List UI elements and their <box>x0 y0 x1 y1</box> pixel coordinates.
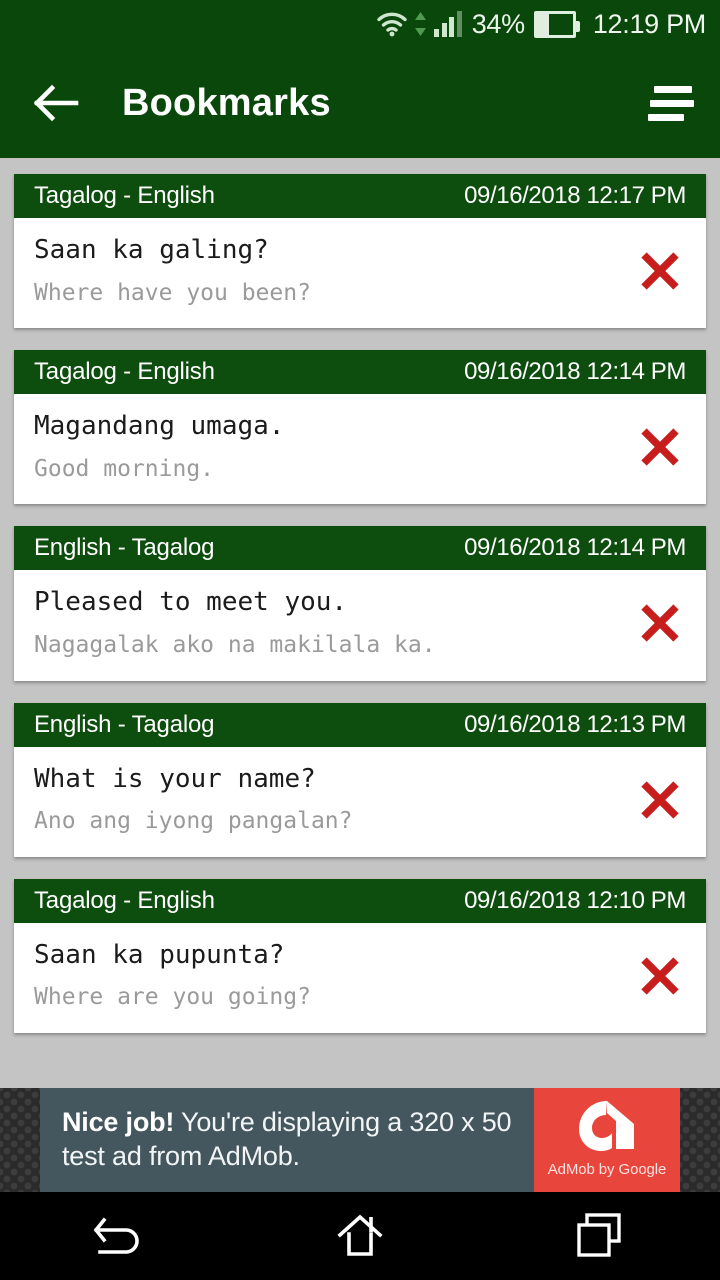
battery-icon <box>533 10 580 38</box>
bookmark-card-header: English - Tagalog 09/16/2018 12:13 PM <box>14 702 706 747</box>
bookmark-text-block: Saan ka galing? Where have you been? <box>14 232 614 310</box>
bookmark-card-header: Tagalog - English 09/16/2018 12:14 PM <box>14 350 706 395</box>
battery-percent-label: 34% <box>471 8 525 39</box>
source-phrase: Magandang umaga. <box>34 411 285 442</box>
bookmark-card[interactable]: Tagalog - English 09/16/2018 12:14 PM Maga… <box>14 350 706 505</box>
data-transfer-arrows-icon <box>414 11 427 37</box>
admob-mark-glyph <box>579 1100 634 1151</box>
bookmark-timestamp: 09/16/2018 12:13 PM <box>464 710 686 738</box>
language-pair-label: Tagalog - English <box>34 182 215 209</box>
ad-copy: Nice job! You're displaying a 320 x 50 t… <box>62 1106 512 1174</box>
bookmark-card-header: Tagalog - English 09/16/2018 12:10 PM <box>14 878 706 923</box>
page-title: Bookmarks <box>122 82 331 124</box>
translated-phrase: Where have you been? <box>34 279 311 306</box>
app-bar: Bookmarks <box>0 48 720 158</box>
cellular-signal-icon <box>434 11 462 37</box>
bookmark-card[interactable]: English - Tagalog 09/16/2018 12:14 PM Plea… <box>14 526 706 681</box>
source-phrase: What is your name? <box>34 763 316 794</box>
translated-phrase: Good morning. <box>34 455 215 482</box>
wifi-icon <box>377 11 407 37</box>
ad-banner[interactable]: Nice job! You're displaying a 320 x 50 t… <box>0 1088 720 1192</box>
delete-x-icon[interactable] <box>614 600 706 646</box>
ad-text-area[interactable]: Nice job! You're displaying a 320 x 50 t… <box>40 1088 534 1192</box>
delete-x-icon[interactable] <box>614 953 706 999</box>
ad-banner-inner[interactable]: Nice job! You're displaying a 320 x 50 t… <box>40 1088 680 1192</box>
bookmark-card-body[interactable]: Saan ka pupunta? Where are you going? <box>14 923 706 1033</box>
bookmark-card[interactable]: English - Tagalog 09/16/2018 12:13 PM What… <box>14 702 706 857</box>
bookmark-text-block: Pleased to meet you. Nagagalak ako na mak… <box>14 584 614 662</box>
hamburger-menu-icon[interactable] <box>642 75 698 131</box>
battery-fill <box>536 13 550 35</box>
nav-home-icon[interactable] <box>305 1192 415 1280</box>
bookmark-card[interactable]: Tagalog - English 09/16/2018 12:10 PM Saan… <box>14 878 706 1033</box>
nav-back-icon[interactable] <box>65 1192 175 1280</box>
bookmark-card-body[interactable]: Saan ka galing? Where have you been? <box>14 218 706 328</box>
bookmark-card-header: Tagalog - English 09/16/2018 12:17 PM <box>14 174 706 218</box>
language-pair-label: English - Tagalog <box>34 534 215 562</box>
bookmark-timestamp: 09/16/2018 12:10 PM <box>464 886 686 914</box>
status-bar-clock: 12:19 PM <box>592 8 706 39</box>
bookmark-text-block: Magandang umaga. Good morning. <box>14 408 614 486</box>
language-pair-label: Tagalog - English <box>34 886 215 914</box>
admob-logo-icon[interactable]: AdMob by Google <box>534 1088 680 1192</box>
delete-x-icon[interactable] <box>614 248 706 294</box>
bookmark-card-header: English - Tagalog 09/16/2018 12:14 PM <box>14 526 706 571</box>
delete-x-icon[interactable] <box>614 777 706 823</box>
language-pair-label: Tagalog - English <box>34 358 215 386</box>
admob-logo-caption: AdMob by Google <box>547 1160 667 1178</box>
translated-phrase: Where are you going? <box>34 984 311 1011</box>
bookmark-timestamp: 09/16/2018 12:17 PM <box>464 182 686 209</box>
translated-phrase: Ano ang iyong pangalan? <box>34 808 353 835</box>
bookmark-list[interactable]: Tagalog - English 09/16/2018 12:17 PM Saan… <box>0 158 720 1088</box>
translated-phrase: Nagagalak ako na makilala ka. <box>34 632 436 659</box>
status-bar: 34% 12:19 PM <box>0 0 720 48</box>
bookmark-timestamp: 09/16/2018 12:14 PM <box>464 358 686 386</box>
ad-headline: Nice job! <box>62 1107 175 1138</box>
bookmark-text-block: Saan ka pupunta? Where are you going? <box>14 937 614 1015</box>
nav-recents-icon[interactable] <box>545 1192 655 1280</box>
source-phrase: Saan ka pupunta? <box>34 939 285 970</box>
bookmark-text-block: What is your name? Ano ang iyong pangalan… <box>14 761 614 839</box>
bookmark-card-body[interactable]: Magandang umaga. Good morning. <box>14 394 706 504</box>
phone-screen: 34% 12:19 PM Bookmarks Tagalog - English… <box>0 0 720 1280</box>
back-arrow-icon[interactable] <box>28 76 82 130</box>
bookmark-card-body[interactable]: What is your name? Ano ang iyong pangalan… <box>14 747 706 857</box>
bookmark-card[interactable]: Tagalog - English 09/16/2018 12:17 PM Saan… <box>14 174 706 329</box>
source-phrase: Pleased to meet you. <box>34 587 348 618</box>
source-phrase: Saan ka galing? <box>34 235 269 265</box>
system-navigation-bar <box>0 1192 720 1280</box>
language-pair-label: English - Tagalog <box>34 710 215 738</box>
delete-x-icon[interactable] <box>614 424 706 470</box>
bookmark-timestamp: 09/16/2018 12:14 PM <box>464 534 686 562</box>
bookmark-card-body[interactable]: Pleased to meet you. Nagagalak ako na mak… <box>14 570 706 680</box>
